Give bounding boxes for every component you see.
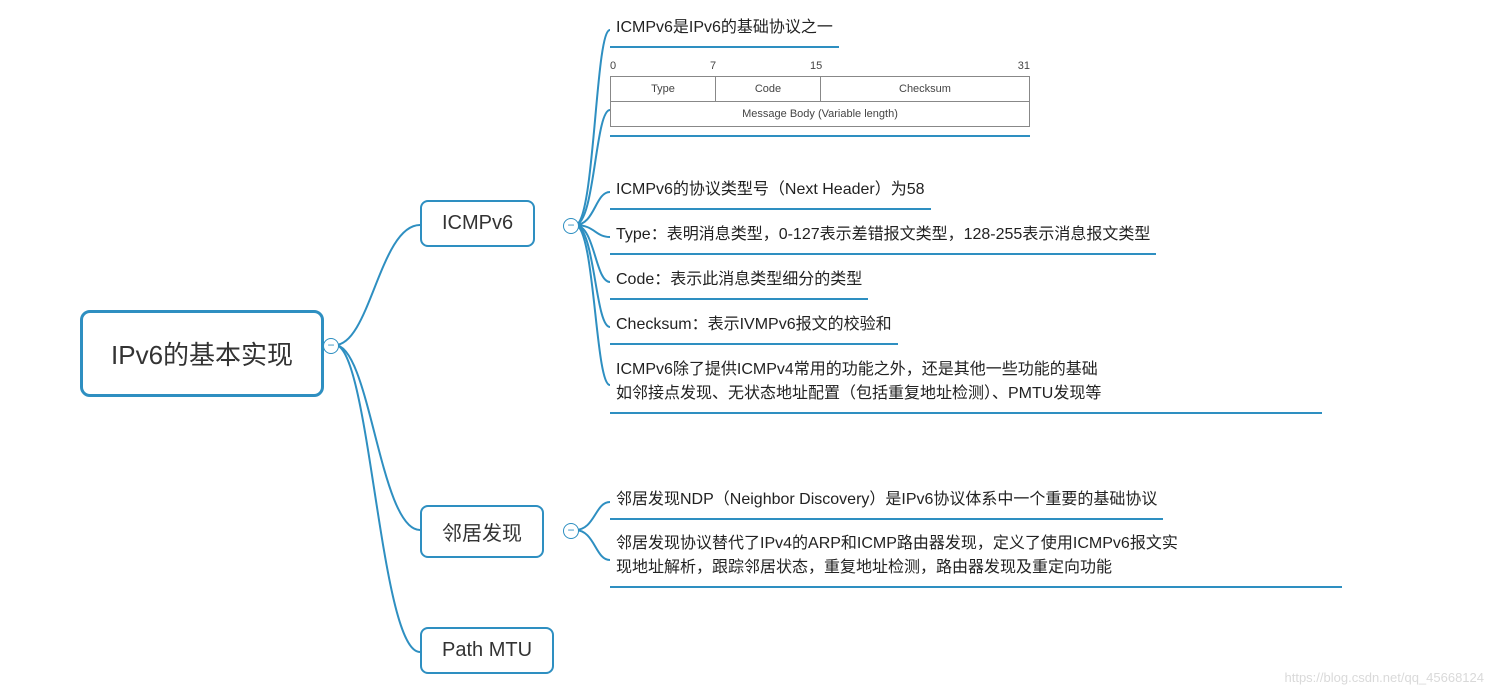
leaf-icmpv6-nextheader: ICMPv6的协议类型号（Next Header）为58 (610, 174, 931, 210)
leaf-icmpv6-extra-l1: ICMPv6除了提供ICMPv4常用的功能之外，还是其他一些功能的基础 (616, 361, 1098, 378)
leaf-icmpv6-extra-l2: 如邻接点发现、无状态地址配置（包括重复地址检测）、PMTU发现等 (616, 385, 1101, 402)
bit-7: 7 (710, 60, 716, 72)
leaf-icmpv6-code: Code：表示此消息类型细分的类型 (610, 264, 868, 300)
collapse-toggle-root[interactable]: − (323, 338, 339, 354)
leaf-ndp-intro: 邻居发现NDP（Neighbor Discovery）是IPv6协议体系中一个重… (610, 484, 1163, 520)
bit-0: 0 (610, 60, 616, 72)
watermark: https://blog.csdn.net/qq_45668124 (1285, 670, 1485, 685)
root-node[interactable]: IPv6的基本实现 (80, 310, 324, 397)
packet-field-body: Message Body (Variable length) (611, 102, 1030, 127)
packet-table: Type Code Checksum Message Body (Variabl… (610, 76, 1030, 127)
packet-bit-markers: 0 7 15 31 (610, 60, 1030, 76)
branch-pmtu[interactable]: Path MTU (420, 627, 554, 674)
branch-ndp[interactable]: 邻居发现 (420, 505, 544, 558)
collapse-toggle-icmpv6[interactable]: − (563, 218, 579, 234)
packet-field-type: Type (611, 77, 716, 102)
leaf-ndp-replace-l1: 邻居发现协议替代了IPv4的ARP和ICMP路由器发现，定义了使用ICMPv6报… (616, 535, 1178, 552)
leaf-icmpv6-type: Type：表明消息类型，0-127表示差错报文类型，128-255表示消息报文类… (610, 219, 1156, 255)
bit-31: 31 (1018, 60, 1030, 72)
leaf-icmpv6-extra: ICMPv6除了提供ICMPv4常用的功能之外，还是其他一些功能的基础 如邻接点… (610, 354, 1322, 414)
leaf-icmpv6-checksum: Checksum：表示IVMPv6报文的校验和 (610, 309, 898, 345)
bit-15: 15 (810, 60, 822, 72)
leaf-ndp-replace-l2: 现地址解析，跟踪邻居状态，重复地址检测，路由器发现及重定向功能 (616, 559, 1112, 576)
collapse-toggle-ndp[interactable]: − (563, 523, 579, 539)
packet-field-code: Code (715, 77, 820, 102)
leaf-icmpv6-intro: ICMPv6是IPv6的基础协议之一 (610, 12, 839, 48)
branch-icmpv6[interactable]: ICMPv6 (420, 200, 535, 247)
leaf-ndp-replace: 邻居发现协议替代了IPv4的ARP和ICMP路由器发现，定义了使用ICMPv6报… (610, 528, 1342, 588)
packet-field-checksum: Checksum (820, 77, 1029, 102)
leaf-icmpv6-packet: 0 7 15 31 Type Code Checksum Message Bod… (610, 60, 1030, 137)
